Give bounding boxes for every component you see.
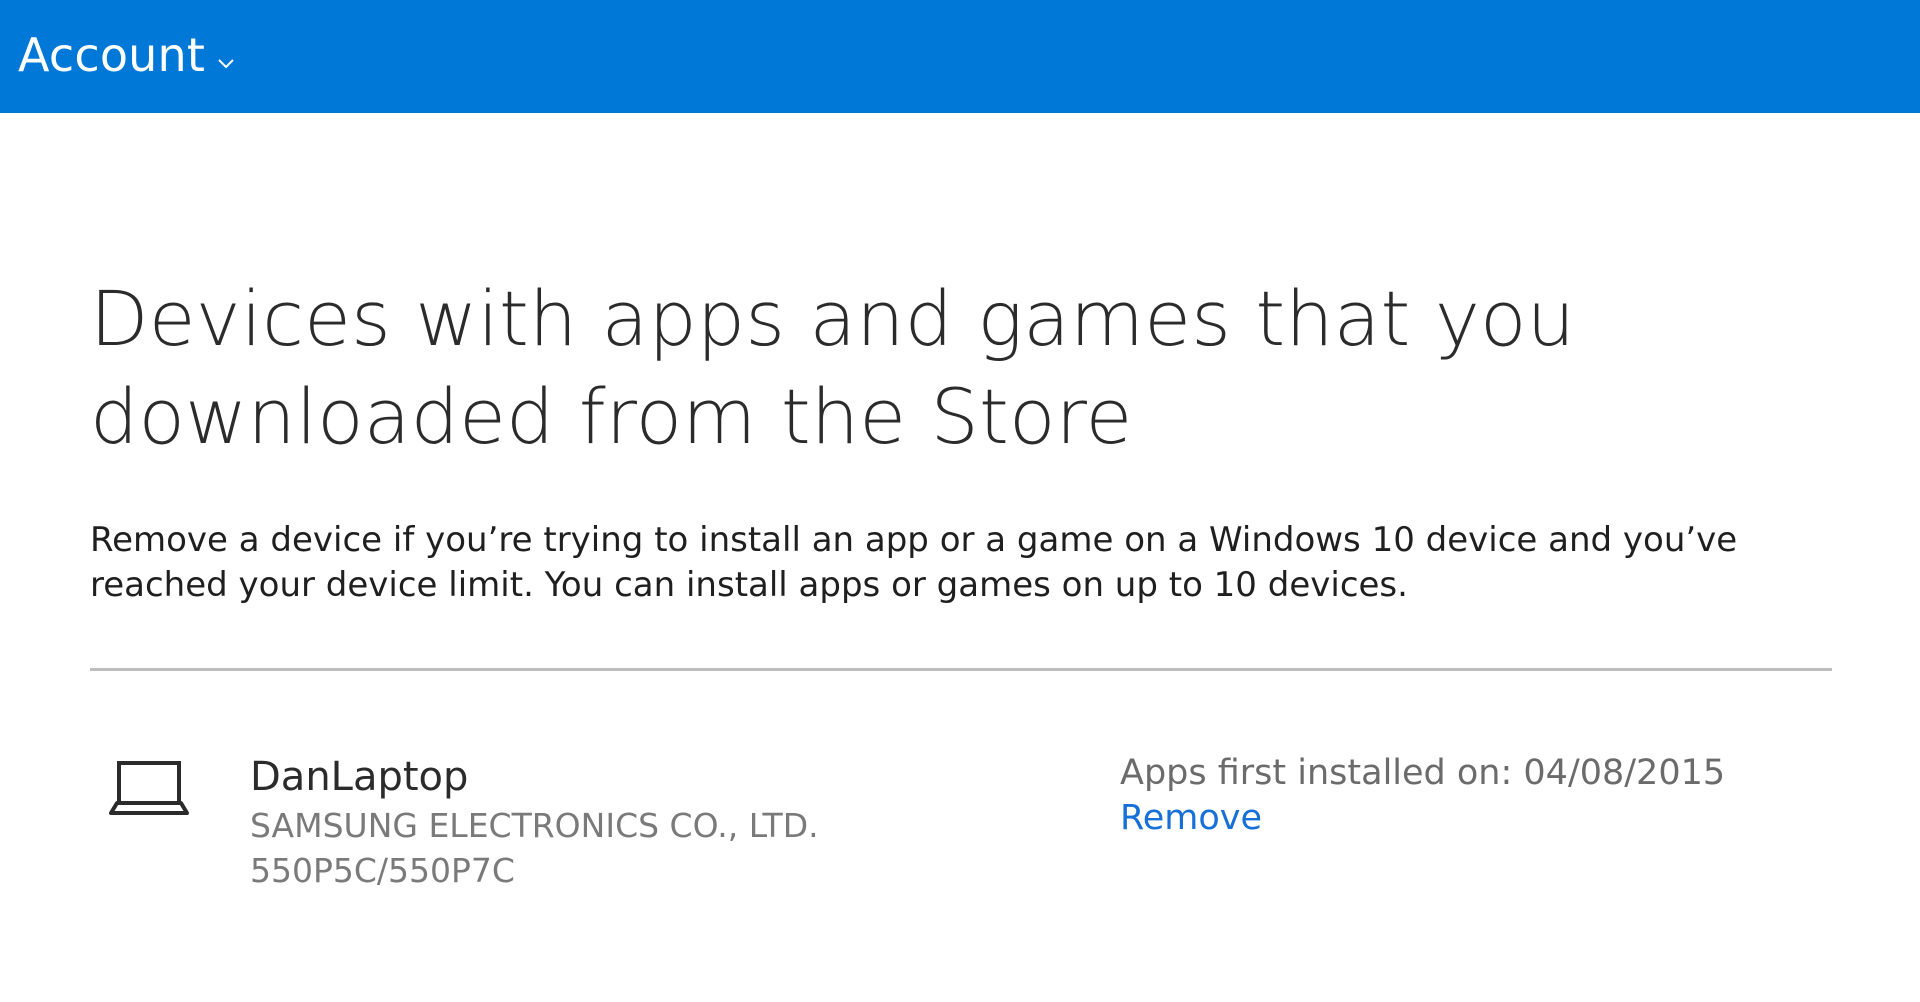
device-meta: Apps first installed on: 04/08/2015 Remo…: [1120, 751, 1820, 841]
account-label: Account: [18, 27, 206, 82]
remove-device-link[interactable]: Remove: [1120, 796, 1262, 841]
account-menu[interactable]: Account: [18, 32, 235, 78]
main-content: Devices with apps and games that you dow…: [90, 270, 1832, 931]
device-info: DanLaptop SAMSUNG ELECTRONICS CO., LTD. …: [250, 751, 1010, 893]
section-divider: [90, 668, 1832, 671]
device-model: 550P5C/550P7C: [250, 851, 515, 890]
apps-installed-date: Apps first installed on: 04/08/2015: [1120, 753, 1726, 793]
device-manufacturer: SAMSUNG ELECTRONICS CO., LTD.: [250, 806, 819, 845]
device-row: DanLaptop SAMSUNG ELECTRONICS CO., LTD. …: [90, 751, 1832, 931]
page-title: Devices with apps and games that you dow…: [90, 274, 1576, 461]
device-name: DanLaptop: [250, 754, 469, 800]
top-bar: Account: [0, 0, 1920, 113]
chevron-down-icon: [218, 58, 234, 68]
laptop-icon: [109, 761, 189, 815]
page-description: Remove a device if you’re trying to inst…: [90, 520, 1738, 605]
